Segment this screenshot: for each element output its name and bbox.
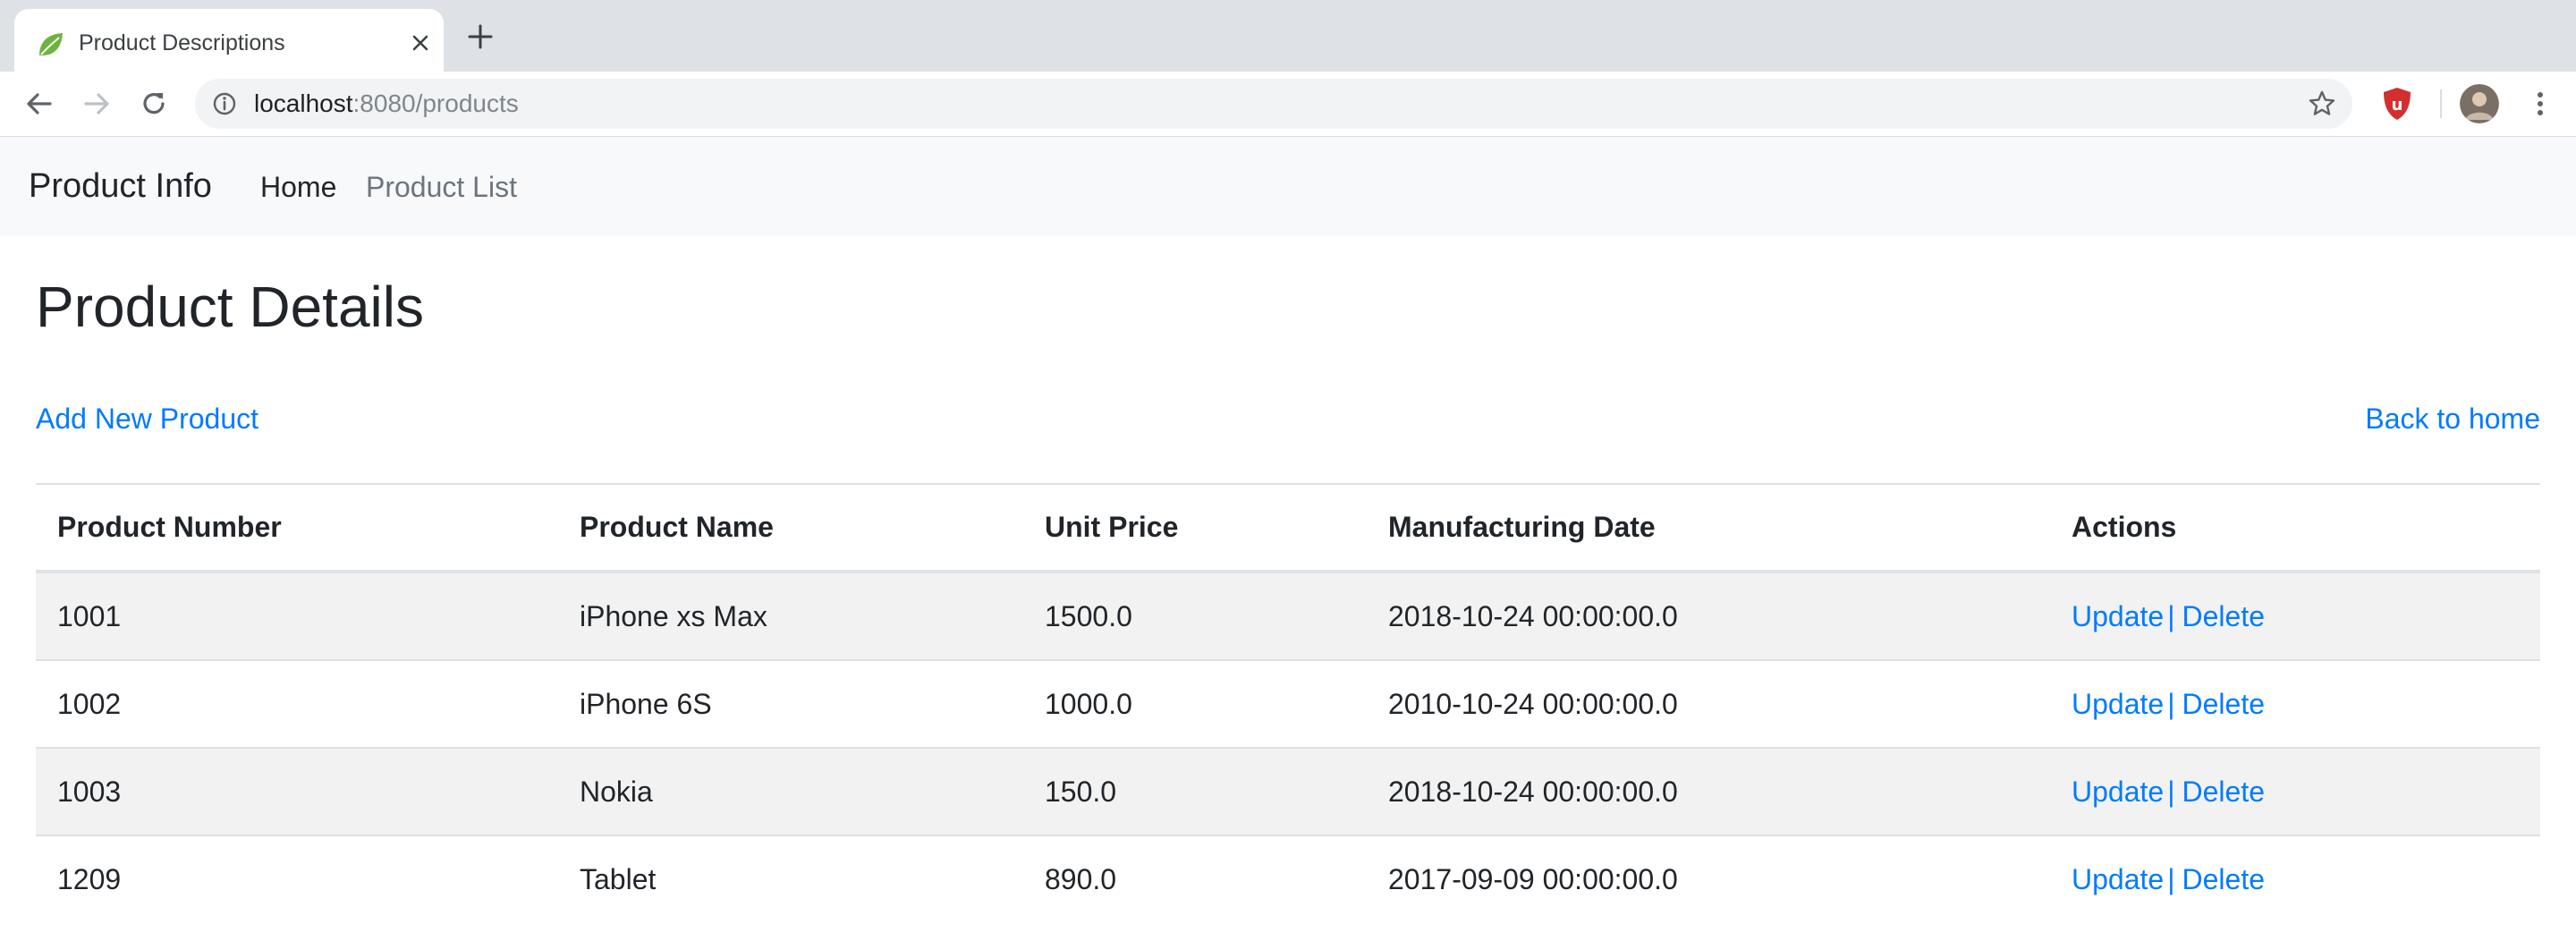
url-text[interactable]: localhost:8080/products — [254, 88, 519, 120]
table-row: 1002 iPhone 6S 1000.0 2010-10-24 00:00:0… — [36, 659, 2540, 748]
browser-toolbar: localhost:8080/products — [0, 72, 2576, 137]
manufacturing-date: 2018-10-24 00:00:00.0 — [1388, 599, 1678, 632]
product-name: Nokia — [558, 747, 1023, 835]
update-link[interactable]: Update — [2072, 776, 2164, 808]
product-number: 1209 — [36, 835, 558, 922]
url-path: :8080/products — [352, 89, 519, 117]
action-separator: | — [2167, 775, 2175, 808]
info-icon[interactable] — [211, 90, 238, 117]
update-link[interactable]: Update — [2072, 688, 2164, 720]
header-manufacturing-date: Manufacturing Date — [1367, 483, 2050, 573]
tab-title: Product Descriptions — [79, 30, 285, 55]
manufacturing-date: 2018-10-24 00:00:00.0 — [1367, 747, 2050, 835]
arrow-left-icon[interactable] — [23, 88, 55, 120]
actions-cell: Update | Delete — [2050, 659, 2540, 748]
table-row: 1209 Tablet 890.0 2017-09-09 00:00:00.0 … — [36, 835, 2540, 922]
update-link[interactable]: Update — [2072, 863, 2164, 895]
ublock-icon[interactable]: u — [2381, 86, 2413, 122]
delete-link[interactable]: Delete — [2182, 600, 2266, 632]
arrow-right-icon[interactable] — [80, 88, 113, 120]
action-separator: | — [2167, 687, 2175, 720]
unit-price: 1500.0 — [1045, 599, 1132, 632]
page-title: Product Details — [36, 275, 424, 339]
actions-cell: Update | Delete — [2050, 572, 2540, 660]
navbar: Product Info Home Product List — [0, 137, 2576, 236]
delete-link[interactable]: Delete — [2182, 688, 2266, 720]
more-vertical-icon[interactable] — [2524, 88, 2556, 120]
svg-text:u: u — [2392, 96, 2403, 114]
toolbar-divider — [2440, 89, 2442, 118]
avatar[interactable] — [2460, 84, 2499, 123]
products-table: Product Number Product Name Unit Price M… — [36, 483, 2540, 922]
product-number: 1001 — [57, 599, 122, 632]
url-host: localhost — [254, 89, 353, 117]
header-actions: Actions — [2050, 483, 2540, 573]
reload-icon[interactable] — [138, 88, 170, 120]
nav-home[interactable]: Home — [260, 167, 336, 207]
product-number: 1003 — [36, 747, 558, 835]
manufacturing-date: 2010-10-24 00:00:00.0 — [1367, 659, 2050, 748]
navbar-brand[interactable]: Product Info — [29, 164, 212, 208]
address-bar[interactable]: localhost:8080/products — [195, 79, 2352, 129]
delete-link[interactable]: Delete — [2182, 776, 2266, 808]
header-unit-price: Unit Price — [1023, 483, 1367, 573]
product-number: 1002 — [36, 659, 558, 748]
table-row: 1003 Nokia 150.0 2018-10-24 00:00:00.0 U… — [36, 747, 2540, 835]
plus-icon[interactable] — [467, 23, 494, 50]
close-icon[interactable] — [410, 32, 431, 54]
delete-link[interactable]: Delete — [2182, 863, 2266, 895]
actions-cell: Update | Delete — [2050, 835, 2540, 922]
header-product-name: Product Name — [558, 483, 1023, 573]
unit-price: 890.0 — [1023, 835, 1367, 922]
product-name: Tablet — [558, 835, 1023, 922]
add-new-product-link[interactable]: Add New Product — [36, 401, 258, 437]
product-name: iPhone 6S — [558, 659, 1023, 748]
browser-tabstrip: Product Descriptions — [0, 0, 2576, 72]
action-separator: | — [2167, 862, 2175, 895]
unit-price: 150.0 — [1023, 747, 1367, 835]
table-row: 1001 iPhone xs Max 1500.0 2018-10-24 00:… — [36, 572, 2540, 660]
product-name: iPhone xs Max — [580, 599, 767, 632]
unit-price: 1000.0 — [1023, 659, 1367, 748]
spring-leaf-icon — [39, 33, 63, 55]
nav-product-list[interactable]: Product List — [366, 167, 517, 207]
browser-tab[interactable]: Product Descriptions — [14, 9, 444, 72]
star-icon[interactable] — [2308, 89, 2336, 118]
actions-cell: Update | Delete — [2050, 747, 2540, 835]
header-product-number: Product Number — [36, 483, 558, 573]
update-link[interactable]: Update — [2072, 600, 2164, 632]
table-header-row: Product Number Product Name Unit Price M… — [36, 483, 2540, 573]
manufacturing-date: 2017-09-09 00:00:00.0 — [1367, 835, 2050, 922]
action-separator: | — [2167, 599, 2175, 632]
back-to-home-link[interactable]: Back to home — [2365, 401, 2540, 437]
